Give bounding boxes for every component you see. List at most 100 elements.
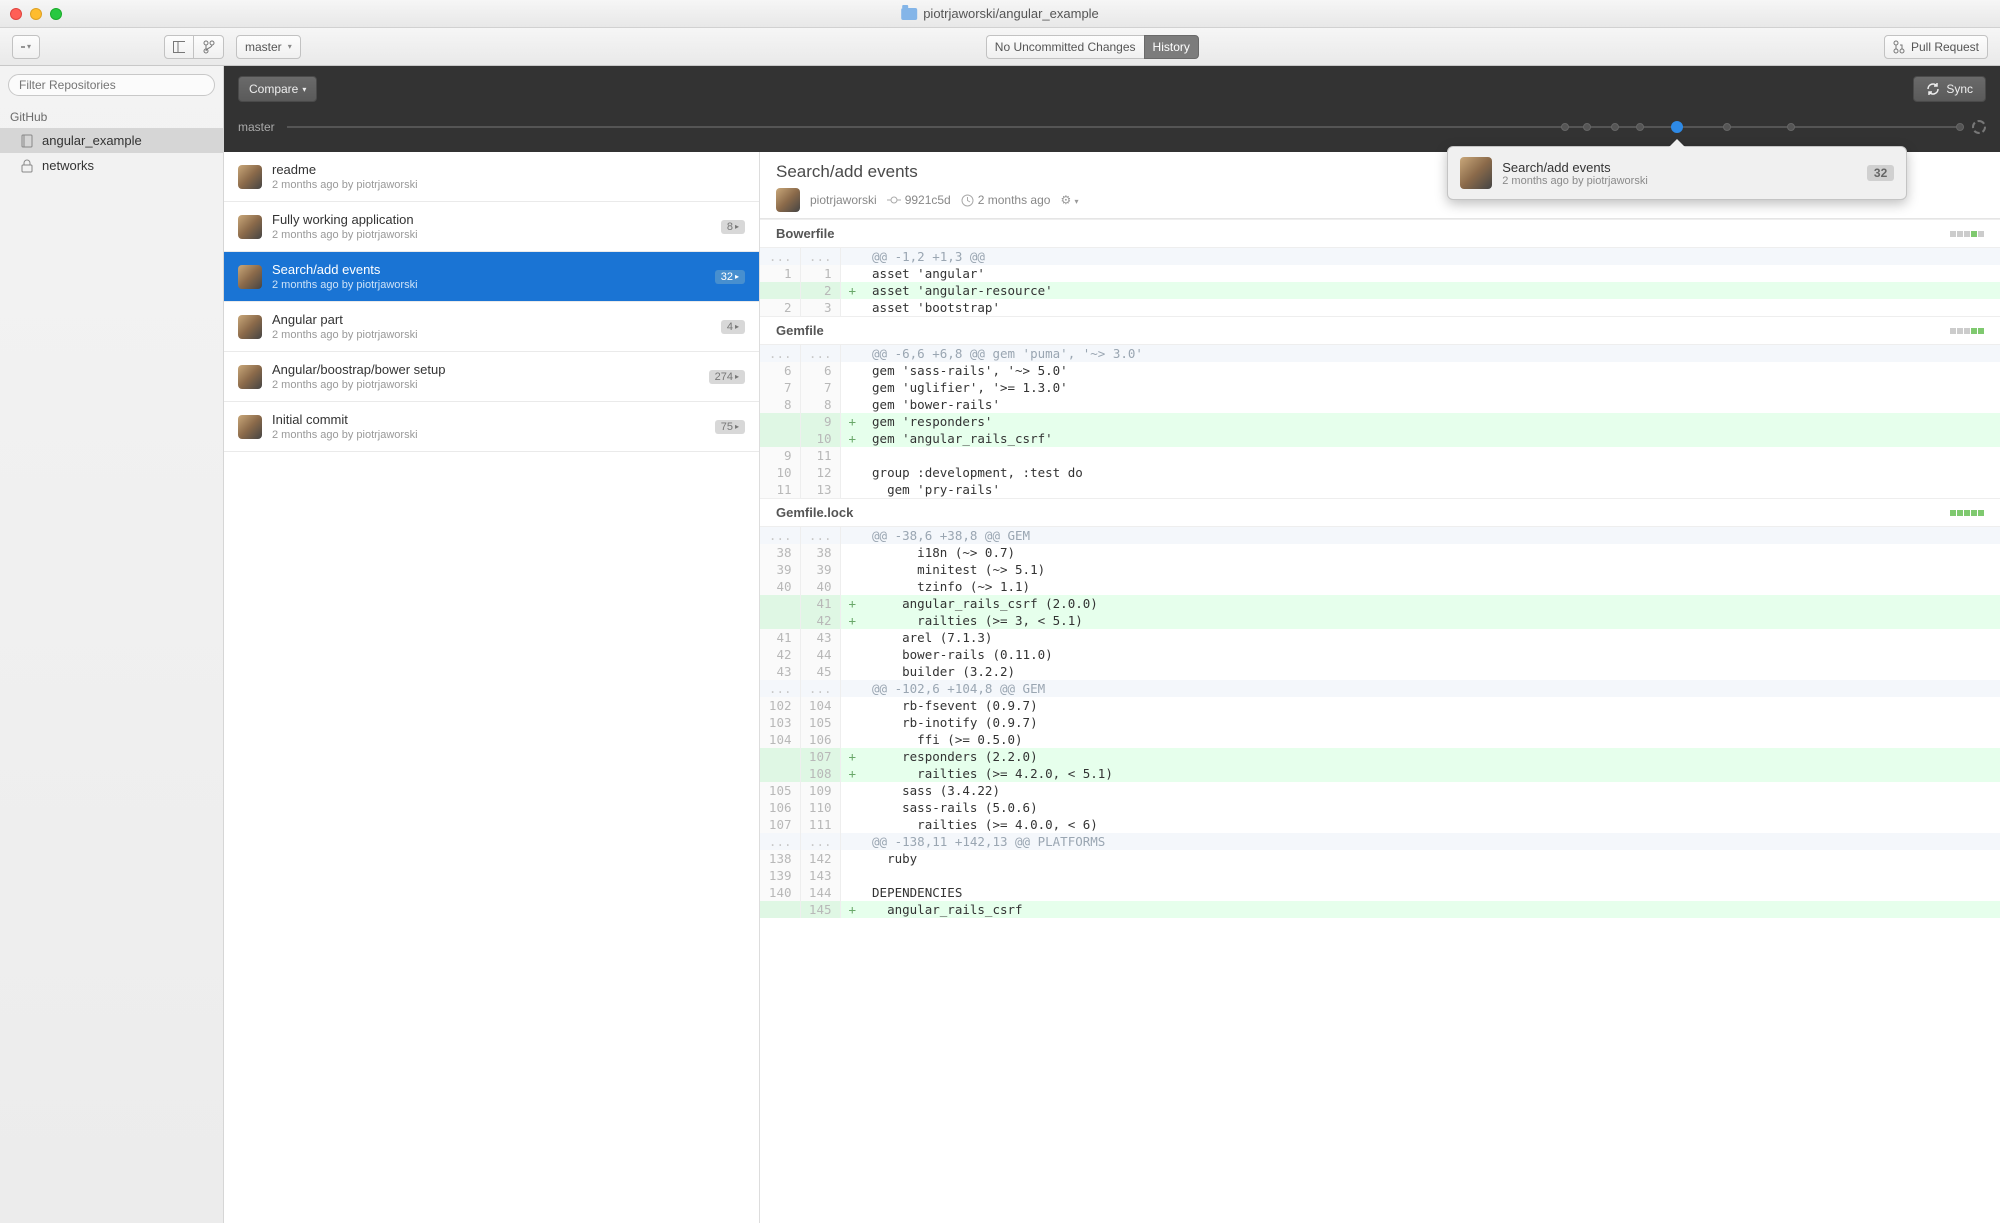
popover-title: Search/add events — [1502, 160, 1857, 175]
diff-line: 66 gem 'sass-rails', '~> 5.0' — [760, 362, 2000, 379]
pull-request-icon — [1893, 40, 1905, 54]
folder-icon — [901, 8, 917, 20]
timeline-track[interactable] — [287, 126, 1960, 128]
no-uncommitted-label: No Uncommitted Changes — [995, 40, 1136, 54]
content: Compare ▾ Sync master Search/add events … — [224, 66, 2000, 1223]
diff-line: 107111 railties (>= 4.0.0, < 6) — [760, 816, 2000, 833]
timeline-dot[interactable] — [1671, 121, 1683, 133]
commit-row[interactable]: Initial commit2 months ago by piotrjawor… — [224, 402, 759, 452]
panel-icon — [173, 41, 185, 53]
chevron-down-icon: ▾ — [288, 42, 292, 51]
diff-file: Bowerfile ...... @@ -1,2 +1,3 @@11 asset … — [760, 219, 2000, 316]
plus-icon — [21, 41, 25, 53]
repo-name: angular_example — [42, 133, 142, 148]
sidebar-repo-item[interactable]: networks — [0, 153, 223, 178]
commit-sha-icon — [887, 193, 901, 207]
file-name: Bowerfile — [776, 226, 835, 241]
commit-row[interactable]: Search/add events2 months ago by piotrja… — [224, 252, 759, 302]
filter-repositories-input[interactable] — [8, 74, 215, 96]
compare-label: Compare — [249, 82, 298, 96]
diff-line: 4244 bower-rails (0.11.0) — [760, 646, 2000, 663]
chevron-down-icon: ▾ — [27, 42, 31, 51]
file-name: Gemfile.lock — [776, 505, 853, 520]
commit-row-sub: 2 months ago by piotrjaworski — [272, 329, 711, 341]
diff-line: 77 gem 'uglifier', '>= 1.3.0' — [760, 379, 2000, 396]
diff-file-header[interactable]: Gemfile.lock — [760, 498, 2000, 527]
branch-icon — [203, 40, 215, 54]
diff-hunk-header: ...... @@ -102,6 +104,8 @@ GEM — [760, 680, 2000, 697]
diff-line: 4143 arel (7.1.3) — [760, 629, 2000, 646]
timeline-branch-label: master — [238, 120, 275, 134]
diff-hunk-header: ...... @@ -1,2 +1,3 @@ — [760, 248, 2000, 265]
diff-file-header[interactable]: Bowerfile — [760, 219, 2000, 248]
commit-author: piotrjaworski — [810, 193, 877, 207]
diff-line-added: 42+ railties (>= 3, < 5.1) — [760, 612, 2000, 629]
commit-time: 2 months ago — [978, 193, 1051, 207]
branch-select[interactable]: master ▾ — [236, 35, 301, 59]
timeline-dot[interactable] — [1561, 123, 1569, 131]
sync-button[interactable]: Sync — [1913, 76, 1986, 102]
commit-row[interactable]: Angular part2 months ago by piotrjaworsk… — [224, 302, 759, 352]
diff-line: 911 — [760, 447, 2000, 464]
timeline-dot[interactable] — [1723, 123, 1731, 131]
commit-row-sub: 2 months ago by piotrjaworski — [272, 429, 705, 441]
diff-line: 103105 rb-inotify (0.9.7) — [760, 714, 2000, 731]
avatar — [238, 365, 262, 389]
diff-line-added: 9+gem 'responders' — [760, 413, 2000, 430]
history-label: History — [1153, 40, 1190, 54]
timeline-dot[interactable] — [1636, 123, 1644, 131]
diff-indicator — [1950, 231, 1984, 237]
diff-table: ...... @@ -38,6 +38,8 @@ GEM3838 i18n (~… — [760, 527, 2000, 918]
compare-button[interactable]: Compare ▾ — [238, 76, 317, 102]
sidebar: GitHub angular_examplenetworks — [0, 66, 224, 1223]
diff-indicator — [1950, 510, 1984, 516]
commit-row-sub: 2 months ago by piotrjaworski — [272, 379, 699, 391]
diff-hunk-header: ...... @@ -38,6 +38,8 @@ GEM — [760, 527, 2000, 544]
commit-row[interactable]: Fully working application2 months ago by… — [224, 202, 759, 252]
sidebar-toggle-button[interactable] — [164, 35, 194, 59]
diff-line: 11 asset 'angular' — [760, 265, 2000, 282]
branch-toggle-button[interactable] — [194, 35, 224, 59]
window-title: piotrjaworski/angular_example — [901, 6, 1099, 21]
diff-line: 139143 — [760, 867, 2000, 884]
sync-icon — [1926, 82, 1940, 96]
diff-line: 1012 group :development, :test do — [760, 464, 2000, 481]
commit-row[interactable]: Angular/boostrap/bower setup 2 months ago… — [224, 352, 759, 402]
minimize-window-button[interactable] — [30, 8, 42, 20]
close-window-button[interactable] — [10, 8, 22, 20]
new-button[interactable]: ▾ — [12, 35, 40, 59]
diff-file: Gemfile...... @@ -6,6 +6,8 @@ gem 'puma'… — [760, 316, 2000, 498]
title-path: piotrjaworski/angular_example — [923, 6, 1099, 21]
diff-line: 104106 ffi (>= 0.5.0) — [760, 731, 2000, 748]
gear-icon[interactable]: ⚙︎ ▾ — [1060, 193, 1078, 207]
timeline-dot[interactable] — [1583, 123, 1591, 131]
no-uncommitted-button[interactable]: No Uncommitted Changes — [986, 35, 1144, 59]
pull-request-label: Pull Request — [1911, 40, 1979, 54]
commit-row-title: Fully working application — [272, 212, 711, 227]
timeline-dot[interactable] — [1787, 123, 1795, 131]
diff-file-header[interactable]: Gemfile — [760, 316, 2000, 345]
diff-line: 3838 i18n (~> 0.7) — [760, 544, 2000, 561]
diff-line: 23 asset 'bootstrap' — [760, 299, 2000, 316]
history-button[interactable]: History — [1144, 35, 1199, 59]
diff-line-added: 107+ responders (2.2.0) — [760, 748, 2000, 765]
avatar — [1460, 157, 1492, 189]
commit-row-title: Angular/boostrap/bower setup — [272, 362, 699, 377]
commit-row[interactable]: readme2 months ago by piotrjaworski — [224, 152, 759, 202]
repo-icon — [21, 134, 33, 148]
commit-sha: 9921c5d — [905, 193, 951, 207]
commit-count-badge: 32 ▸ — [715, 270, 745, 284]
pull-request-button[interactable]: Pull Request — [1884, 35, 1988, 59]
diff-line: 3939 minitest (~> 5.1) — [760, 561, 2000, 578]
timeline-dot[interactable] — [1956, 123, 1964, 131]
diff-file: Gemfile.lock ...... @@ -38,6 +38,8 @@ GEM… — [760, 498, 2000, 918]
timeline-dot[interactable] — [1611, 123, 1619, 131]
diff-line-added: 108+ railties (>= 4.2.0, < 5.1) — [760, 765, 2000, 782]
diff-line: 140144 DEPENDENCIES — [760, 884, 2000, 901]
sidebar-repo-item[interactable]: angular_example — [0, 128, 223, 153]
diff-line: 88 gem 'bower-rails' — [760, 396, 2000, 413]
zoom-window-button[interactable] — [50, 8, 62, 20]
diff-table: ...... @@ -1,2 +1,3 @@11 asset 'angular'… — [760, 248, 2000, 316]
diff-table: ...... @@ -6,6 +6,8 @@ gem 'puma', '~> 3… — [760, 345, 2000, 498]
timeline-head-icon[interactable] — [1972, 120, 1986, 134]
